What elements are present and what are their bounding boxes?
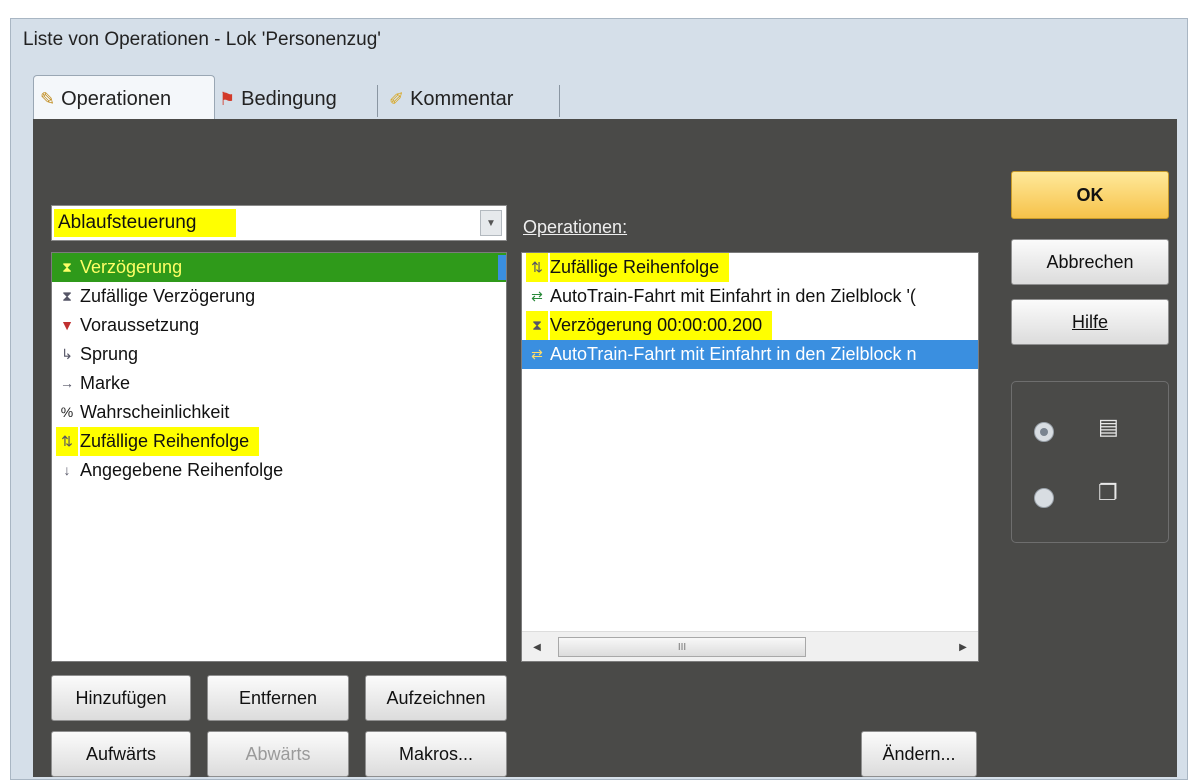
move-down-button[interactable]: Abwärts [207,731,349,777]
autotrain-icon: ⇄ [531,288,543,304]
view-mode-group: ▤ ❐ [1011,381,1169,543]
list-item[interactable]: ⇅ Zufällige Reihenfolge [522,253,782,282]
list-item[interactable]: ↳ Sprung [52,340,506,369]
scrollbar-thumb[interactable]: III [558,637,806,657]
list-item[interactable]: ⇄ AutoTrain-Fahrt mit Einfahrt in den Zi… [522,340,978,369]
jump-icon: ↳ [61,346,73,362]
change-button[interactable]: Ändern... [861,731,977,777]
list-item[interactable]: → Marke [52,369,506,398]
ok-button[interactable]: OK [1011,171,1169,219]
operations-list[interactable]: ⇅ Zufällige Reihenfolge ⇄ AutoTrain-Fahr… [521,252,979,662]
operations-panel: Ablaufsteuerung ▼ ⧗ Verzögerung ⧗ Zufäll… [33,119,1177,777]
window-title: Liste von Operationen - Lok 'Personenzug… [23,29,381,50]
available-operations-list[interactable]: ⧗ Verzögerung ⧗ Zufällige Verzögerung ▼ … [51,252,507,662]
record-button[interactable]: Aufzeichnen [365,675,507,721]
tab-strip: ✎ Operationen ⚑ Bedingung ✐ Kommentar [33,75,593,122]
cascade-view-icon: ❐ [1098,480,1118,505]
list-item[interactable]: ⧗ Verzögerung [52,253,506,282]
tab-separator [377,85,378,117]
random-delay-icon: ⧗ [62,288,72,304]
cancel-button[interactable]: Abbrechen [1011,239,1169,285]
percent-icon: % [60,404,74,420]
help-button[interactable]: Hilfe [1011,299,1169,345]
autotrain-icon: ⇄ [531,346,543,362]
hourglass-icon: ⧗ [526,311,548,340]
help-button-label: Hilfe [1071,311,1108,332]
tab-kommentar[interactable]: ✐ Kommentar [383,77,565,121]
list-item[interactable]: ▼ Voraussetzung [52,311,506,340]
list-item[interactable]: ⇄ AutoTrain-Fahrt mit Einfahrt in den Zi… [522,282,978,311]
hourglass-icon: ⧗ [62,259,72,275]
list-item[interactable]: ⧗ Zufällige Verzögerung [52,282,506,311]
move-up-button[interactable]: Aufwärts [51,731,191,777]
operations-icon: ✎ [40,88,56,109]
category-select-value: Ablaufsteuerung [54,209,237,237]
horizontal-scrollbar[interactable]: ◀ III ▶ [522,631,978,661]
category-select[interactable]: Ablaufsteuerung ▼ [51,205,507,241]
remove-button[interactable]: Entfernen [207,675,349,721]
condition-icon: ⚑ [219,88,236,109]
scroll-left-icon[interactable]: ◀ [528,638,546,656]
given-order-icon: ↓ [63,462,71,478]
view-mode-list-radio[interactable] [1034,422,1054,442]
view-mode-tree-radio[interactable] [1034,488,1054,508]
list-item[interactable]: ⧗ Verzögerung 00:00:00.200 [522,311,978,340]
tab-operationen[interactable]: ✎ Operationen [33,75,215,122]
tab-label: Kommentar [410,87,514,110]
precondition-icon: ▼ [60,317,74,333]
list-item[interactable]: ⇅ Zufällige Reihenfolge [52,427,506,456]
add-button[interactable]: Hinzufügen [51,675,191,721]
operations-list-label: Operationen: [523,217,628,237]
scroll-right-icon[interactable]: ▶ [954,638,972,656]
list-view-icon: ▤ [1098,414,1119,439]
random-order-icon: ⇅ [56,427,78,456]
selection-edge [498,255,506,280]
chevron-down-icon[interactable]: ▼ [480,210,502,236]
tab-bedingung[interactable]: ⚑ Bedingung [213,77,381,121]
tab-separator [559,85,560,117]
tab-label: Bedingung [241,87,337,110]
tab-label: Operationen [61,87,172,110]
marker-icon: → [60,375,74,391]
list-item[interactable]: % Wahrscheinlichkeit [52,398,506,427]
dialog-window: Liste von Operationen - Lok 'Personenzug… [10,18,1188,780]
list-item[interactable]: ↓ Angegebene Reihenfolge [52,456,506,485]
macros-button[interactable]: Makros... [365,731,507,777]
comment-icon: ✐ [389,88,405,109]
random-order-icon: ⇅ [526,253,548,282]
